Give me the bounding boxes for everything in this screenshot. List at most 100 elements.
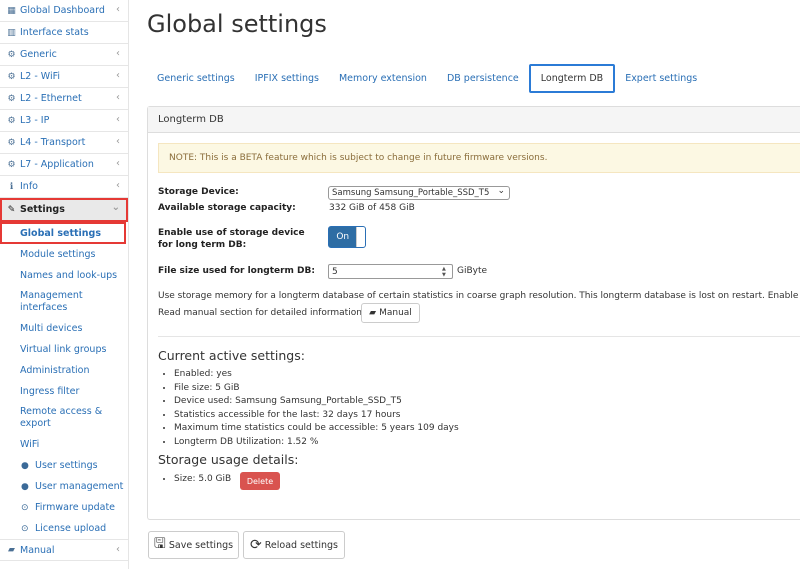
sidebar-subitem-label: Remote access & export bbox=[20, 406, 103, 429]
sidebar-subitem-label: Virtual link groups bbox=[20, 344, 107, 355]
sidebar-subitem-module-settings[interactable]: Module settings bbox=[0, 244, 128, 265]
info-icon: ℹ bbox=[9, 181, 14, 192]
sidebar-subitem-label: Names and look-ups bbox=[20, 270, 118, 281]
sidebar-item-label: Manual bbox=[20, 544, 55, 556]
sidebar-subitem-label: Administration bbox=[20, 365, 90, 376]
sidebar-item-label: L2 - WiFi bbox=[20, 71, 61, 82]
sidebar-item-l7-application[interactable]: ⚙ L7 - Application ‹ bbox=[0, 154, 128, 176]
dashboard-icon: ▦ bbox=[7, 5, 16, 16]
sidebar: ▦ Global Dashboard ‹ ▥ Interface stats ⚙ Gen… bbox=[0, 0, 129, 569]
sidebar-item-label: L2 - Ethernet bbox=[20, 93, 82, 104]
tab-longterm-db[interactable]: Longterm DB bbox=[528, 64, 616, 93]
gear-icon: ⚙ bbox=[7, 93, 16, 104]
sidebar-subitem-user-management[interactable]: ● User management bbox=[0, 476, 128, 497]
current-settings-title: Current active settings: bbox=[158, 348, 305, 363]
page-title: Global settings bbox=[147, 10, 327, 38]
gear-icon: ⚙ bbox=[7, 71, 16, 82]
tab-db-persistence[interactable]: DB persistence bbox=[437, 64, 529, 93]
toggle-label: On bbox=[336, 232, 350, 242]
storage-device-select[interactable]: Samsung Samsung_Portable_SSD_T5 ⌄ bbox=[328, 186, 510, 200]
save-settings-button[interactable]: 🖫 Save settings bbox=[148, 531, 239, 559]
chevron-left-icon: ‹ bbox=[116, 158, 120, 169]
license-icon: ⊙ bbox=[21, 523, 29, 534]
chevron-left-icon: ‹ bbox=[116, 136, 120, 147]
sidebar-subitem-label: Module settings bbox=[20, 249, 96, 260]
sidebar-item-l3-ip[interactable]: ⚙ L3 - IP ‹ bbox=[0, 110, 128, 132]
beta-note: NOTE: This is a BETA feature which is su… bbox=[158, 143, 800, 173]
longterm-db-panel: Longterm DB NOTE: This is a BETA feature… bbox=[147, 106, 800, 520]
tab-ipfix-settings[interactable]: IPFIX settings bbox=[245, 64, 329, 93]
sidebar-subitem-administration[interactable]: Administration bbox=[0, 360, 128, 381]
gear-icon: ⚙ bbox=[7, 137, 16, 148]
divider bbox=[158, 336, 800, 337]
longterm-description: Use storage memory for a longterm databa… bbox=[158, 291, 800, 301]
toggle-knob bbox=[356, 227, 365, 247]
sidebar-subitem-remote-access-export[interactable]: Remote access & export bbox=[0, 402, 128, 434]
sidebar-subitem-names-lookups[interactable]: Names and look-ups bbox=[0, 265, 128, 286]
manual-button-label: Manual bbox=[379, 308, 412, 318]
gear-icon: ⚙ bbox=[7, 49, 16, 60]
tab-generic-settings[interactable]: Generic settings bbox=[147, 64, 245, 93]
sidebar-item-generic[interactable]: ⚙ Generic ‹ bbox=[0, 44, 128, 66]
filesize-input[interactable]: 5 ▲ ▼ bbox=[328, 264, 453, 279]
sidebar-subitem-multi-devices[interactable]: Multi devices bbox=[0, 318, 128, 339]
sidebar-item-l2-wifi[interactable]: ⚙ L2 - WiFi ‹ bbox=[0, 66, 128, 88]
tab-expert-settings[interactable]: Expert settings bbox=[615, 64, 707, 93]
sidebar-item-label: L7 - Application bbox=[20, 159, 94, 170]
firmware-icon: ⊙ bbox=[21, 502, 29, 513]
storage-device-value: Samsung Samsung_Portable_SSD_T5 bbox=[332, 188, 490, 198]
storage-device-label: Storage Device: bbox=[158, 187, 239, 197]
sidebar-item-settings[interactable]: ✎ Settings ⌄ bbox=[0, 198, 128, 222]
list-item: File size: 5 GiB bbox=[174, 382, 459, 396]
sidebar-subitem-label: Multi devices bbox=[20, 323, 83, 334]
chevron-left-icon: ‹ bbox=[116, 70, 120, 81]
chevron-left-icon: ‹ bbox=[116, 544, 120, 555]
filesize-label: File size used for longterm DB: bbox=[158, 266, 315, 276]
main-content: Global settings Generic settings IPFIX s… bbox=[129, 0, 800, 569]
spinner-icon[interactable]: ▲ ▼ bbox=[442, 266, 450, 278]
filesize-unit: GiByte bbox=[457, 266, 488, 276]
sidebar-subitem-global-settings[interactable]: Global settings bbox=[0, 222, 126, 244]
sidebar-item-interface-stats[interactable]: ▥ Interface stats bbox=[0, 22, 128, 44]
sidebar-subitem-label: License upload bbox=[35, 523, 107, 534]
sidebar-item-l2-ethernet[interactable]: ⚙ L2 - Ethernet ‹ bbox=[0, 88, 128, 110]
reload-settings-label: Reload settings bbox=[264, 539, 338, 551]
list-item: Statistics accessible for the last: 32 d… bbox=[174, 409, 459, 423]
sidebar-subitem-management-interfaces[interactable]: Management interfaces bbox=[0, 286, 128, 318]
sidebar-subitem-ingress-filter[interactable]: Ingress filter bbox=[0, 381, 128, 402]
sidebar-item-label: Info bbox=[20, 181, 38, 192]
sidebar-subitem-license-upload[interactable]: ⊙ License upload bbox=[0, 518, 128, 539]
enable-label-line1: Enable use of storage device bbox=[158, 228, 305, 238]
sidebar-subitem-firmware-update[interactable]: ⊙ Firmware update bbox=[0, 497, 128, 518]
chevron-left-icon: ‹ bbox=[116, 180, 120, 191]
chevron-left-icon: ‹ bbox=[116, 114, 120, 125]
reload-settings-button[interactable]: ⟳ Reload settings bbox=[243, 531, 345, 559]
list-item: Longterm DB Utilization: 1.52 % bbox=[174, 436, 459, 450]
sidebar-item-label: Global Dashboard bbox=[20, 5, 105, 16]
sidebar-subitem-label: Global settings bbox=[20, 227, 102, 239]
sidebar-subitem-user-settings[interactable]: ● User settings bbox=[0, 455, 128, 476]
sidebar-subitem-label: WiFi bbox=[20, 439, 40, 450]
sidebar-item-manual[interactable]: ▰ Manual ‹ bbox=[0, 539, 128, 561]
sidebar-item-global-dashboard[interactable]: ▦ Global Dashboard ‹ bbox=[0, 0, 128, 22]
list-item: Enabled: yes bbox=[174, 368, 459, 382]
sidebar-item-info[interactable]: ℹ Info ‹ bbox=[0, 176, 128, 198]
current-settings-list: Enabled: yes File size: 5 GiB Device use… bbox=[162, 368, 459, 449]
delete-button[interactable]: Delete bbox=[240, 472, 280, 490]
sidebar-subitem-virtual-link-groups[interactable]: Virtual link groups bbox=[0, 339, 128, 360]
enable-label-line2: for long term DB: bbox=[158, 240, 247, 250]
sidebar-item-label: Generic bbox=[20, 49, 57, 60]
chevron-left-icon: ‹ bbox=[116, 48, 120, 59]
manual-button[interactable]: ▰ Manual bbox=[361, 303, 420, 323]
sidebar-item-l4-transport[interactable]: ⚙ L4 - Transport ‹ bbox=[0, 132, 128, 154]
chevron-down-icon: ⌄ bbox=[111, 202, 120, 213]
sidebar-item-label: L3 - IP bbox=[20, 115, 50, 126]
sidebar-subitem-wifi[interactable]: WiFi bbox=[0, 434, 128, 455]
enable-toggle[interactable]: On bbox=[328, 226, 366, 248]
sidebar-subitem-label: User management bbox=[35, 481, 124, 492]
gear-icon: ⚙ bbox=[7, 115, 16, 126]
gear-icon: ⚙ bbox=[7, 159, 16, 170]
chevron-left-icon: ‹ bbox=[116, 4, 120, 15]
tab-memory-extension[interactable]: Memory extension bbox=[329, 64, 437, 93]
bar-chart-icon: ▥ bbox=[7, 27, 16, 38]
